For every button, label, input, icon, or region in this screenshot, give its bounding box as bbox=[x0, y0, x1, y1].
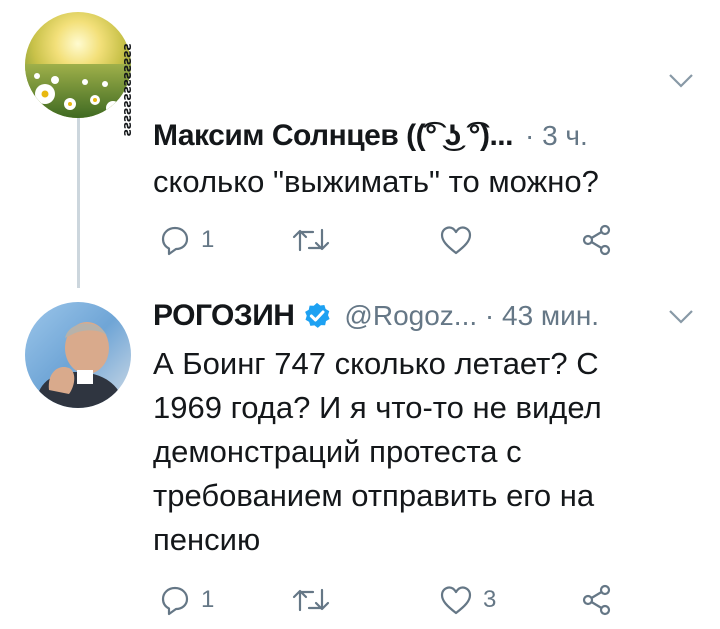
tweet-text-line: 1969 года? И я что-то не видел bbox=[153, 390, 602, 425]
tweet-actions: 1 3 bbox=[153, 582, 623, 618]
avatar[interactable] bbox=[25, 302, 131, 408]
reply-count: 1 bbox=[201, 586, 215, 613]
tweet-text-line: требованием отправить его на bbox=[153, 478, 595, 513]
retweet-button[interactable] bbox=[291, 222, 341, 258]
tweet-header: Максим Солнцев ((͡° ͜ʖ ͡°)... · 3 ч. bbox=[153, 116, 588, 156]
retweet-icon bbox=[292, 228, 330, 252]
tweet-text-line: А Боинг 747 сколько летает? С bbox=[153, 346, 599, 381]
like-button[interactable]: 3 bbox=[439, 582, 496, 618]
retweet-icon bbox=[292, 588, 330, 612]
chevron-down-icon[interactable] bbox=[668, 308, 694, 326]
share-icon bbox=[582, 584, 611, 616]
author-name[interactable]: РОГОЗИН bbox=[153, 299, 295, 333]
reply-button[interactable]: 1 bbox=[159, 222, 214, 258]
daisies-photo-avatar bbox=[25, 12, 131, 118]
share-button[interactable] bbox=[581, 222, 613, 258]
reply-icon bbox=[161, 226, 189, 256]
heart-icon bbox=[440, 226, 472, 255]
tweet-text-line: демонстраций протеста с bbox=[153, 434, 522, 469]
chevron-down-icon[interactable] bbox=[668, 72, 694, 90]
decorative-symbol-text: ƨƨƨƨƨƨƨƨƨƨƨƨƨ bbox=[120, 43, 134, 136]
heart-icon bbox=[440, 586, 472, 615]
tweet-actions: 1 bbox=[153, 222, 623, 258]
reply-count: 1 bbox=[201, 226, 215, 253]
thread-connector-line bbox=[77, 118, 80, 288]
share-icon bbox=[582, 224, 611, 256]
like-count: 3 bbox=[483, 586, 497, 613]
person-photo-avatar bbox=[25, 302, 131, 408]
avatar[interactable] bbox=[25, 12, 131, 118]
tweet-text: А Боинг 747 сколько летает? С 1969 года?… bbox=[153, 342, 673, 562]
reply-icon bbox=[161, 586, 189, 616]
tweet-header: РОГОЗИН @Rogoz... · 43 мин. bbox=[153, 296, 599, 336]
reply-button[interactable]: 1 bbox=[159, 582, 214, 618]
tweet-text-line: пенсию bbox=[153, 522, 261, 557]
handle-and-time[interactable]: @Rogoz... · 43 мин. bbox=[344, 300, 599, 332]
tweet-time[interactable]: · 3 ч. bbox=[525, 120, 588, 152]
verified-badge-icon bbox=[305, 302, 331, 328]
tweet-text: сколько "выжимать" то можно? bbox=[153, 160, 673, 204]
like-button[interactable] bbox=[439, 222, 483, 258]
share-button[interactable] bbox=[581, 582, 613, 618]
tweet-text-line: сколько "выжимать" то можно? bbox=[153, 164, 599, 199]
author-name[interactable]: Максим Солнцев ((͡° ͜ʖ ͡°)... bbox=[153, 119, 513, 153]
retweet-button[interactable] bbox=[291, 582, 341, 618]
